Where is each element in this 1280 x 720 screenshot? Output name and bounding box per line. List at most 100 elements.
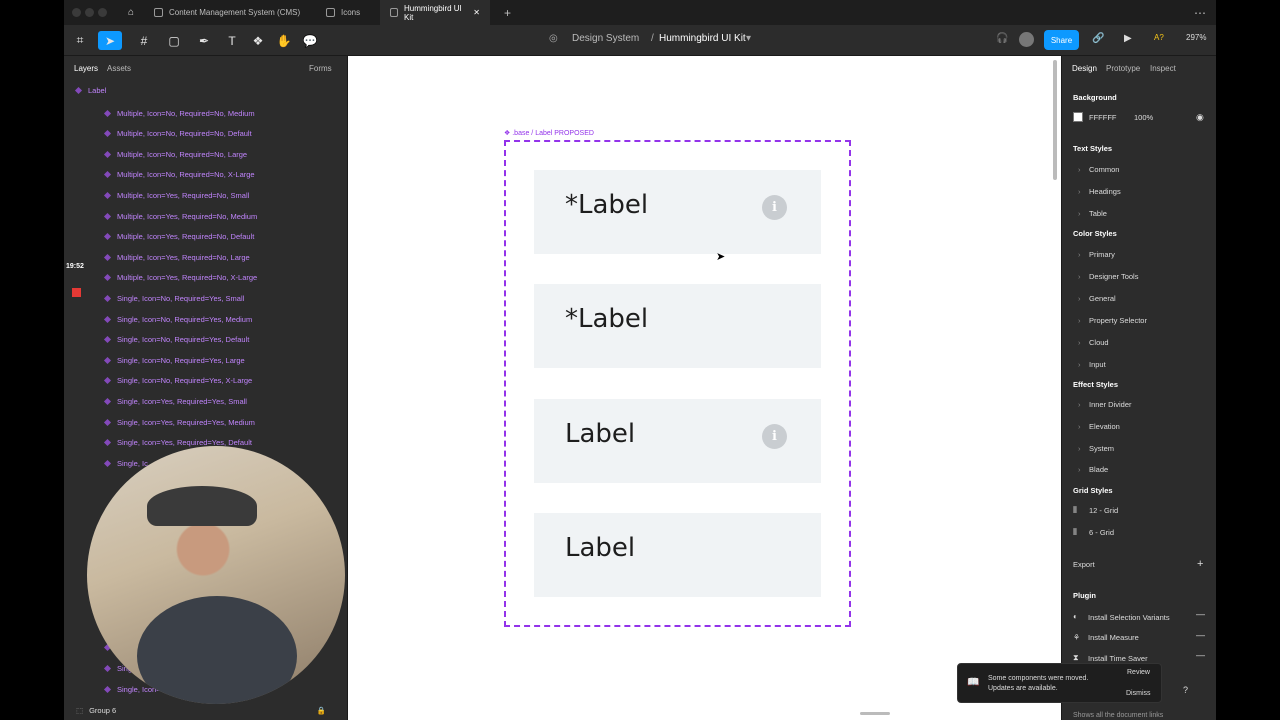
avatar[interactable] bbox=[1019, 32, 1034, 47]
label-variant-card[interactable]: Label bbox=[534, 513, 821, 598]
layer-row[interactable]: Multiple, Icon=Yes, Required=No, Large bbox=[64, 247, 348, 267]
text-style-item[interactable]: Table bbox=[1078, 209, 1107, 218]
update-toast: 📖 Some components were moved. Updates ar… bbox=[957, 663, 1188, 703]
chevron-down-icon[interactable]: ▾ bbox=[746, 33, 751, 44]
component-set-frame[interactable]: *Label i *Label Label i Label bbox=[504, 140, 851, 627]
add-export-icon[interactable]: + bbox=[1197, 558, 1203, 570]
tab-cms[interactable]: Content Management System (CMS) bbox=[144, 0, 314, 25]
frame-label[interactable]: ❖ .base / Label PROPOSED bbox=[504, 129, 594, 137]
tab-inspect[interactable]: Inspect bbox=[1150, 64, 1176, 73]
color-style-item[interactable]: Input bbox=[1078, 360, 1105, 369]
layer-row[interactable]: Multiple, Icon=No, Required=No, Medium bbox=[64, 103, 348, 123]
tab-hummingbird[interactable]: Hummingbird UI Kit ✕ bbox=[380, 0, 490, 25]
color-style-item[interactable]: Designer Tools bbox=[1078, 272, 1139, 281]
layer-row[interactable]: Single, Icon=No, Required=Yes, Small bbox=[64, 288, 348, 308]
help-icon[interactable]: ? bbox=[1183, 685, 1188, 695]
close-icon[interactable]: ✕ bbox=[473, 8, 480, 17]
more-menu-button[interactable]: ⋯ bbox=[1184, 0, 1216, 25]
remove-icon[interactable]: — bbox=[1196, 630, 1205, 640]
window-minimize-dot[interactable] bbox=[85, 8, 94, 17]
grid-style-12[interactable]: 12 - Grid bbox=[1089, 506, 1118, 515]
color-style-item[interactable]: Primary bbox=[1078, 250, 1115, 259]
layer-row[interactable]: Single, Icon=No, Required=Yes, X-Large bbox=[64, 371, 348, 391]
layer-row[interactable]: Multiple, Icon=Yes, Required=No, X-Large bbox=[64, 268, 348, 288]
plugin-time-saver[interactable]: Install Time Saver bbox=[1088, 654, 1148, 663]
layer-row[interactable]: Single, Icon=No, Required=Yes, Large bbox=[64, 350, 348, 370]
text-tool[interactable]: T bbox=[220, 31, 244, 50]
comment-tool[interactable]: 💬 bbox=[298, 31, 322, 50]
lock-icon[interactable]: 🔒 bbox=[317, 706, 326, 715]
eye-icon[interactable]: ◉ bbox=[1196, 112, 1204, 123]
label-variant-card[interactable]: *Label i bbox=[534, 170, 821, 254]
tab-prototype[interactable]: Prototype bbox=[1106, 64, 1140, 73]
text-styles-title: Text Styles bbox=[1073, 144, 1113, 153]
layer-row[interactable]: Multiple, Icon=Yes, Required=No, Default bbox=[64, 227, 348, 247]
layer-row[interactable]: Multiple, Icon=Yes, Required=No, Medium bbox=[64, 206, 348, 226]
pen-tool[interactable]: ✒ bbox=[192, 31, 216, 50]
background-hex[interactable]: FFFFFF bbox=[1089, 113, 1117, 122]
tab-design[interactable]: Design bbox=[1072, 64, 1097, 73]
frame-tool[interactable]: # bbox=[132, 31, 156, 50]
tab-assets[interactable]: Assets bbox=[107, 64, 131, 73]
variant-icon bbox=[103, 397, 112, 405]
share-button[interactable]: Share bbox=[1044, 30, 1079, 50]
review-button[interactable]: Review bbox=[1127, 669, 1150, 676]
tab-icons[interactable]: Icons bbox=[316, 0, 378, 25]
design-canvas[interactable]: ❖ .base / Label PROPOSED *Label i *Label La… bbox=[348, 56, 1061, 720]
background-opacity[interactable]: 100% bbox=[1134, 113, 1153, 122]
toggle-icon[interactable]: ◐ bbox=[1073, 612, 1078, 621]
dismiss-button[interactable]: Dismiss bbox=[1126, 690, 1151, 697]
window-zoom-dot[interactable] bbox=[98, 8, 107, 17]
effect-style-item[interactable]: System bbox=[1078, 444, 1114, 453]
root-layer[interactable]: Label bbox=[64, 80, 348, 100]
plugin-selection-variants[interactable]: Install Selection Variants bbox=[1088, 613, 1170, 622]
breadcrumb-file[interactable]: Hummingbird UI Kit bbox=[659, 33, 746, 44]
horizontal-scrollbar[interactable] bbox=[860, 712, 890, 715]
zoom-level[interactable]: 297% bbox=[1186, 33, 1206, 42]
background-swatch[interactable] bbox=[1073, 112, 1083, 122]
move-tool[interactable]: ➤ bbox=[98, 31, 122, 50]
color-style-item[interactable]: Property Selector bbox=[1078, 316, 1147, 325]
text-style-item[interactable]: Headings bbox=[1078, 187, 1121, 196]
info-icon: i bbox=[762, 195, 787, 220]
color-style-item[interactable]: Cloud bbox=[1078, 338, 1108, 347]
grid-style-6[interactable]: 6 - Grid bbox=[1089, 528, 1114, 537]
remove-icon[interactable]: — bbox=[1196, 609, 1205, 619]
variant-icon bbox=[103, 171, 112, 179]
file-icon bbox=[390, 8, 398, 17]
layer-row[interactable]: Multiple, Icon=No, Required=No, Large bbox=[64, 144, 348, 164]
label-variant-card[interactable]: *Label bbox=[534, 284, 821, 369]
layer-row[interactable]: Multiple, Icon=Yes, Required=No, Small bbox=[64, 185, 348, 205]
layer-row[interactable]: Single, Icon=No, Required=Yes, Default bbox=[64, 330, 348, 350]
home-tab[interactable]: ⌂ bbox=[118, 0, 144, 25]
audio-icon[interactable]: 🎧 bbox=[996, 33, 1008, 44]
link-icon[interactable]: 🔗 bbox=[1092, 33, 1104, 44]
main-menu-button[interactable]: ⌗ bbox=[68, 31, 92, 50]
effect-style-item[interactable]: Blade bbox=[1078, 465, 1108, 474]
remove-icon[interactable]: — bbox=[1196, 650, 1205, 660]
label-variant-card[interactable]: Label i bbox=[534, 398, 821, 483]
layer-row[interactable]: Single, Icon=Yes, Required=Yes, Medium bbox=[64, 412, 348, 432]
resources-tool[interactable]: ❖ bbox=[246, 31, 270, 50]
effect-style-item[interactable]: Inner Divider bbox=[1078, 400, 1131, 409]
info-icon: i bbox=[762, 423, 787, 449]
breadcrumb-project[interactable]: Design System bbox=[572, 33, 639, 44]
new-tab-button[interactable]: + bbox=[494, 0, 521, 25]
play-icon[interactable]: ▶ bbox=[1124, 33, 1132, 44]
ai-assistant-button[interactable]: A? bbox=[1154, 33, 1164, 42]
layer-row[interactable]: Multiple, Icon=No, Required=No, X-Large bbox=[64, 165, 348, 185]
vertical-scrollbar[interactable] bbox=[1053, 60, 1057, 180]
shape-tool[interactable]: ▢ bbox=[162, 31, 186, 50]
layer-row[interactable]: Single, Icon=Yes, Required=Yes, Small bbox=[64, 391, 348, 411]
layer-row[interactable]: Multiple, Icon=No, Required=No, Default bbox=[64, 124, 348, 144]
window-close-dot[interactable] bbox=[72, 8, 81, 17]
team-avatar[interactable]: ◎ bbox=[549, 33, 558, 44]
color-style-item[interactable]: General bbox=[1078, 294, 1116, 303]
tab-layers[interactable]: Layers bbox=[74, 64, 98, 73]
layer-row[interactable]: Single, Icon=No, Required=Yes, Medium bbox=[64, 309, 348, 329]
page-select[interactable]: Forms bbox=[309, 64, 332, 73]
text-style-item[interactable]: Common bbox=[1078, 165, 1120, 174]
plugin-measure[interactable]: Install Measure bbox=[1088, 633, 1139, 642]
hand-tool[interactable]: ✋ bbox=[272, 31, 296, 50]
effect-style-item[interactable]: Elevation bbox=[1078, 422, 1120, 431]
